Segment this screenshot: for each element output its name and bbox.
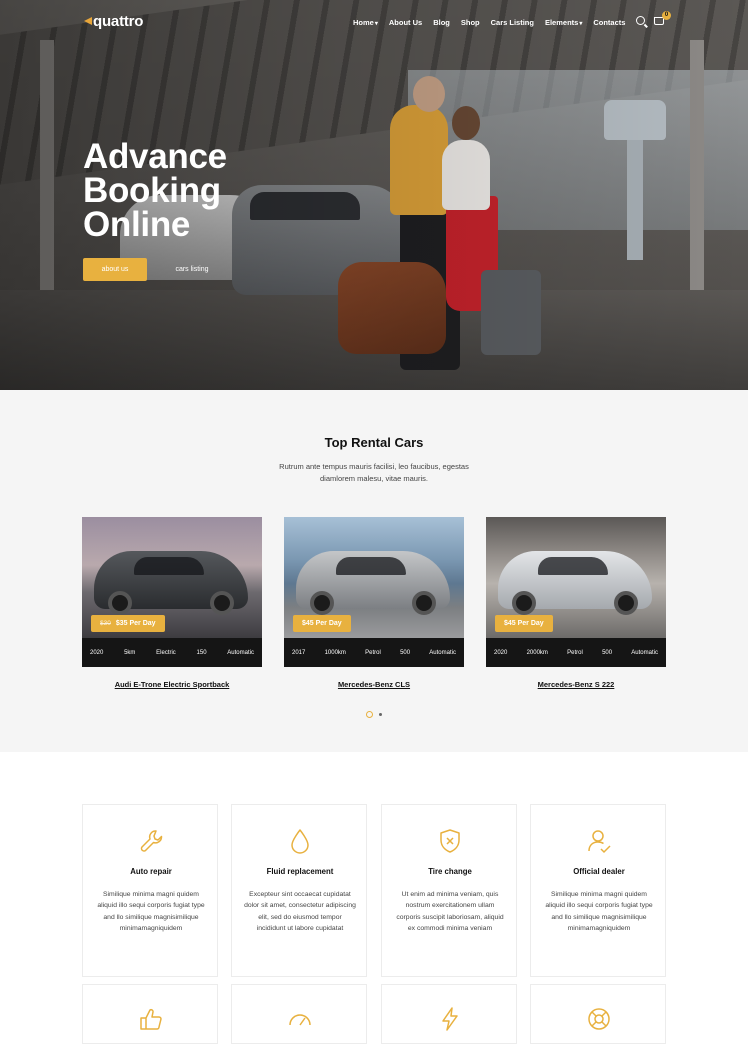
main-menu: Home▾ About Us Blog Shop Cars Listing El…	[353, 18, 625, 27]
price-badge: $45 Per Day	[495, 615, 553, 632]
service-card: Official dealer Similique minima magni q…	[530, 804, 666, 977]
spec-power: 150	[196, 649, 207, 656]
price-label: $35 Per Day	[115, 620, 156, 627]
logo[interactable]: quattro	[84, 13, 143, 30]
service-title: Tire change	[428, 867, 472, 876]
car-specs: 2017 1000km Petrol 500 Automatic	[284, 638, 464, 667]
car-specs: 2020 2000km Petrol 500 Automatic	[486, 638, 666, 667]
service-card	[530, 984, 666, 1044]
search-icon[interactable]	[636, 16, 645, 25]
car-card[interactable]: $45 Per Day 2020 2000km Petrol 500 Autom…	[486, 517, 666, 667]
car-image: $30 $35 Per Day	[82, 517, 262, 638]
hero-title: Advance Booking Online	[83, 137, 227, 244]
menu-item-label: Home	[353, 18, 374, 27]
chevron-down-icon: ▾	[374, 21, 378, 27]
car-wheel	[614, 591, 638, 615]
service-card	[82, 984, 218, 1044]
car-image: $45 Per Day	[284, 517, 464, 638]
spec-fuel: Electric	[156, 649, 176, 656]
top-rental-section: Top Rental Cars Rutrum ante tempus mauri…	[0, 390, 748, 752]
cart-icon[interactable]: 0	[654, 11, 671, 25]
shield-icon	[440, 829, 460, 853]
carousel-dot[interactable]	[379, 713, 382, 716]
nav-icons: 0	[636, 11, 671, 25]
spec-transmission: Automatic	[227, 649, 254, 656]
carousel-dot-active[interactable]	[366, 711, 373, 718]
car-name-link[interactable]: Mercedes-Benz S 222	[486, 680, 666, 689]
car-card[interactable]: $30 $35 Per Day 2020 5km Electric 150 Aut…	[82, 517, 262, 667]
car-image: $45 Per Day	[486, 517, 666, 638]
spec-year: 2020	[90, 649, 104, 656]
car-wheel	[310, 591, 334, 615]
navbar: quattro Home▾ About Us Blog Shop Cars Li…	[0, 0, 748, 46]
car-wheel	[108, 591, 132, 615]
car-wheel	[210, 591, 234, 615]
drop-icon	[291, 829, 309, 854]
menu-item-label: Elements	[544, 18, 579, 27]
chevron-down-icon: ▾	[579, 21, 583, 27]
service-title: Official dealer	[573, 867, 625, 876]
car-card[interactable]: $45 Per Day 2017 1000km Petrol 500 Autom…	[284, 517, 464, 667]
service-text: Similique minima magni quidem aliquid il…	[545, 891, 653, 932]
spec-fuel: Petrol	[365, 649, 381, 656]
cars-listing-button[interactable]: cars listing	[160, 258, 224, 281]
thumbs-up-icon	[140, 1008, 162, 1030]
carousel-dots	[366, 711, 382, 718]
hero-title-line: Online	[83, 205, 191, 244]
menu-item-home[interactable]: Home▾	[353, 18, 378, 27]
service-card: Auto repair Similique minima magni quide…	[82, 804, 218, 977]
cart-count-badge: 0	[662, 11, 671, 20]
menu-item-about-us[interactable]: About Us	[389, 18, 422, 27]
spec-power: 500	[602, 649, 613, 656]
service-text: Ut enim ad minima veniam, quis nostrum e…	[396, 891, 504, 932]
menu-item-shop[interactable]: Shop	[461, 18, 480, 27]
spec-year: 2020	[494, 649, 508, 656]
service-card	[231, 984, 367, 1044]
price-badge: $45 Per Day	[293, 615, 351, 632]
section-title: Top Rental Cars	[324, 435, 424, 450]
price-label: $45 Per Day	[302, 620, 342, 627]
car-wheel	[512, 591, 536, 615]
service-card	[381, 984, 517, 1044]
service-text: Similique minima magni quidem aliquid il…	[97, 891, 205, 932]
hero-title-line: Booking	[83, 171, 221, 210]
spec-mileage: 1000km	[324, 649, 346, 656]
price-label: $45 Per Day	[504, 620, 544, 627]
spec-fuel: Petrol	[567, 649, 583, 656]
logo-text: quattro	[93, 13, 144, 30]
hero-title-line: Advance	[83, 137, 227, 176]
spec-year: 2017	[292, 649, 306, 656]
spec-transmission: Automatic	[631, 649, 658, 656]
car-wheel	[412, 591, 436, 615]
lifebuoy-icon	[588, 1008, 610, 1030]
hero-section: quattro Home▾ About Us Blog Shop Cars Li…	[0, 0, 748, 390]
wrench-icon	[140, 830, 163, 852]
service-title: Auto repair	[130, 867, 172, 876]
spec-power: 500	[400, 649, 411, 656]
speedometer-icon	[289, 1014, 311, 1026]
lightning-icon	[442, 1007, 458, 1031]
service-text: Excepteur sint occaecat cupidatat dolor …	[244, 891, 356, 932]
spec-mileage: 2000km	[526, 649, 548, 656]
menu-item-cars-listing[interactable]: Cars Listing	[491, 18, 534, 27]
services-section: Auto repair Similique minima magni quide…	[0, 752, 748, 1044]
service-card: Fluid replacement Excepteur sint occaeca…	[231, 804, 367, 977]
price-badge: $30 $35 Per Day	[91, 615, 165, 632]
section-subtitle: Rutrum ante tempus mauris facilisi, leo …	[279, 462, 469, 483]
logo-mark-icon	[84, 17, 92, 25]
about-us-button[interactable]: about us	[83, 258, 147, 281]
service-card: Tire change Ut enim ad minima veniam, qu…	[381, 804, 517, 977]
car-name-link[interactable]: Mercedes-Benz CLS	[284, 680, 464, 689]
service-title: Fluid replacement	[266, 867, 334, 876]
user-check-icon	[588, 830, 611, 854]
car-name-link[interactable]: Audi E-Trone Electric Sportback	[82, 680, 262, 689]
menu-item-elements[interactable]: Elements▾	[545, 18, 582, 27]
menu-item-contacts[interactable]: Contacts	[593, 18, 625, 27]
menu-item-blog[interactable]: Blog	[433, 18, 450, 27]
car-specs: 2020 5km Electric 150 Automatic	[82, 638, 262, 667]
spec-transmission: Automatic	[429, 649, 456, 656]
old-price: $30	[100, 620, 111, 627]
spec-mileage: 5km	[124, 649, 136, 656]
